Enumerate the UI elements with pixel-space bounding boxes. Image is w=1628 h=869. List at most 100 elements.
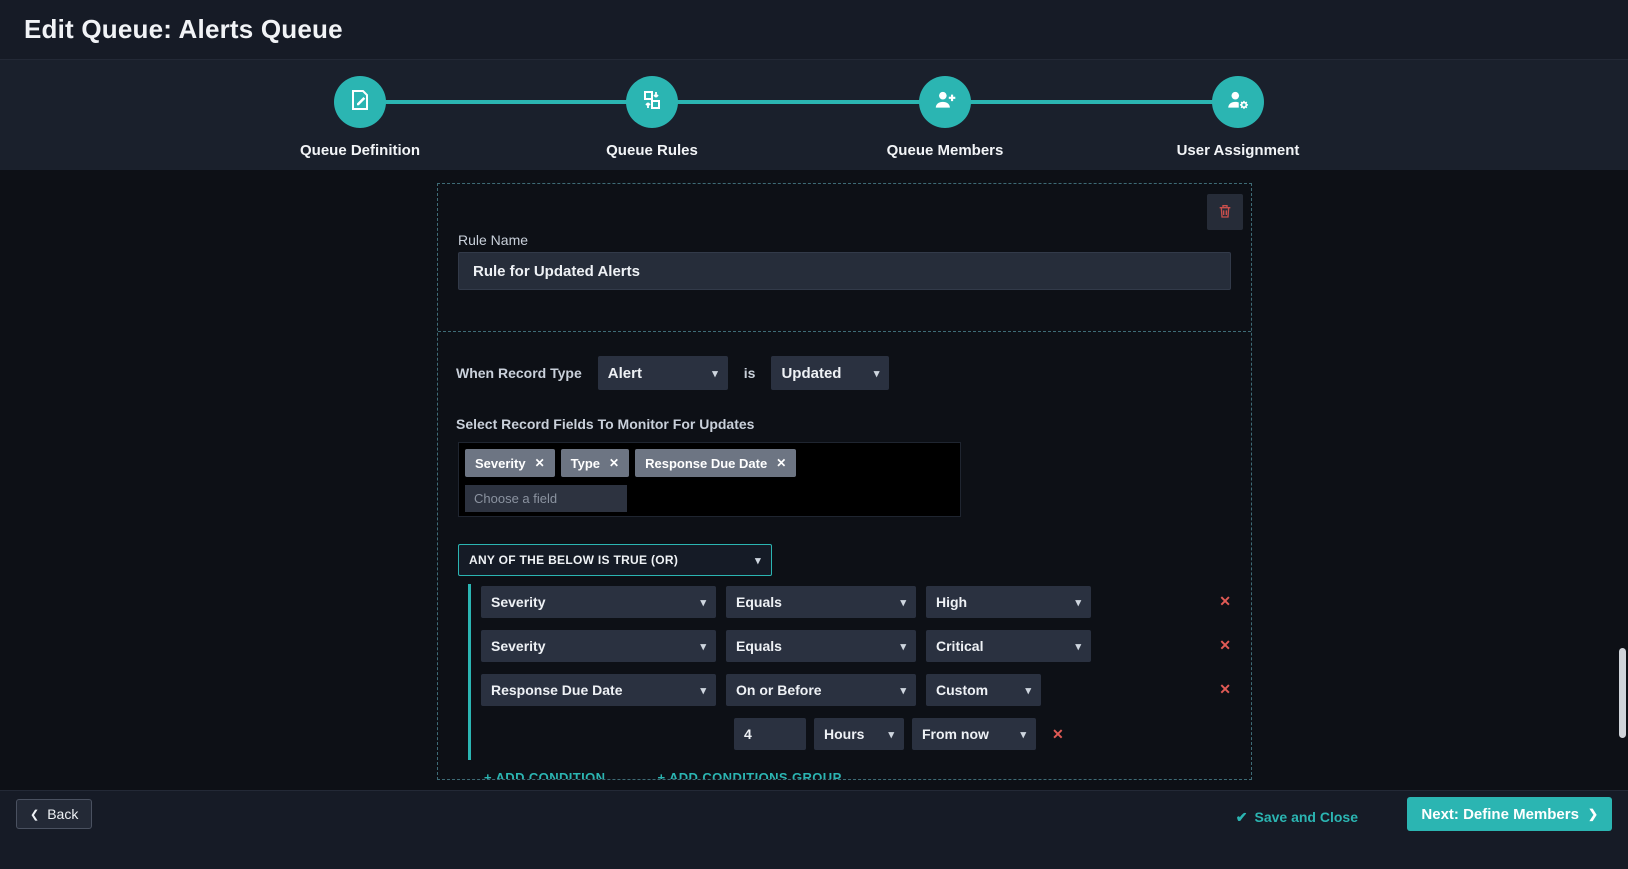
chevron-down-icon: ▾ [900, 684, 906, 697]
rule-panel: Rule Name When Record Type Alert ▾ is Up… [437, 183, 1252, 780]
close-icon[interactable]: ✕ [776, 456, 786, 470]
chevron-down-icon: ▾ [1020, 728, 1026, 741]
custom-amount-input[interactable] [734, 718, 806, 750]
condition-logic-select[interactable]: ANY OF THE BELOW IS TRUE (OR) ▾ [458, 544, 772, 576]
remove-condition-icon[interactable]: ✕ [1219, 638, 1231, 652]
chip-label: Type [570, 455, 601, 471]
step-circle [919, 76, 971, 128]
chip-row: Severity ✕ Type ✕ Response Due Date ✕ [465, 449, 954, 477]
page-header: Edit Queue: Alerts Queue [0, 0, 1628, 60]
field-chip-type: Type ✕ [560, 449, 630, 477]
chevron-down-icon: ▾ [712, 367, 718, 380]
edit-document-icon [348, 88, 372, 117]
chevron-down-icon: ▾ [900, 640, 906, 653]
condition-logic-value: ANY OF THE BELOW IS TRUE (OR) [469, 553, 679, 567]
custom-unit-value: Hours [824, 726, 865, 742]
rule-name-input[interactable] [458, 252, 1231, 290]
add-conditions-group-link[interactable]: + ADD CONDITIONS GROUP [657, 770, 841, 779]
condition-field-select[interactable]: Severity ▾ [481, 630, 716, 662]
chevron-down-icon: ▾ [1025, 684, 1031, 697]
record-type-select[interactable]: Alert ▾ [597, 356, 728, 390]
footer-bar: ❮ Back ✔ Save and Close Next: Define Mem… [0, 790, 1628, 869]
field-chip-severity: Severity ✕ [465, 449, 555, 477]
condition-value-select[interactable]: Critical ▾ [926, 630, 1091, 662]
add-condition-link[interactable]: + ADD CONDITION [484, 770, 605, 779]
condition-operator-value: Equals [736, 594, 782, 610]
step-label: Queue Members [886, 142, 1004, 159]
event-value: Updated [781, 364, 842, 382]
rule-name-label: Rule Name [458, 232, 529, 248]
condition-field-value: Severity [491, 594, 546, 610]
chevron-down-icon: ▾ [1075, 596, 1081, 609]
page-title: Edit Queue: Alerts Queue [24, 14, 343, 44]
save-and-close-link[interactable]: ✔ Save and Close [1236, 805, 1358, 829]
person-add-icon [932, 87, 958, 118]
condition-operator-select[interactable]: Equals ▾ [726, 586, 916, 618]
condition-operator-value: Equals [736, 638, 782, 654]
custom-unit-select[interactable]: Hours ▾ [814, 718, 904, 750]
chevron-left-icon: ❮ [30, 808, 40, 821]
next-button-label: Next: Define Members [1421, 805, 1579, 823]
condition-value: High [936, 594, 968, 610]
custom-date-condition-row: Hours ▾ From now ▾ ✕ [734, 718, 1231, 750]
wizard-stepper: Queue Definition Queue Rules Queue Membe… [0, 60, 1628, 170]
trash-icon [1217, 203, 1233, 222]
close-icon[interactable]: ✕ [535, 456, 545, 470]
delete-rule-button[interactable] [1207, 194, 1243, 230]
next-define-members-button[interactable]: Next: Define Members ❯ [1407, 797, 1612, 831]
remove-condition-icon[interactable]: ✕ [1219, 594, 1231, 608]
back-button[interactable]: ❮ Back [16, 799, 93, 829]
condition-field-select[interactable]: Response Due Date ▾ [481, 674, 716, 706]
step-label: Queue Rules [606, 142, 698, 159]
step-label: Queue Definition [300, 142, 420, 159]
condition-operator-select[interactable]: On or Before ▾ [726, 674, 916, 706]
chevron-down-icon: ▾ [888, 728, 894, 741]
condition-row: Response Due Date ▾ On or Before ▾ Custo… [481, 674, 1231, 706]
condition-field-value: Response Due Date [491, 682, 623, 698]
is-label: is [743, 365, 756, 381]
check-icon: ✔ [1235, 808, 1248, 825]
rules-swap-icon [640, 88, 664, 117]
step-label: User Assignment [1176, 142, 1300, 159]
condition-value: Custom [936, 682, 989, 698]
condition-value-select[interactable]: Custom ▾ [926, 674, 1041, 706]
close-icon[interactable]: ✕ [609, 456, 619, 470]
condition-field-select[interactable]: Severity ▾ [481, 586, 716, 618]
remove-custom-condition-icon[interactable]: ✕ [1052, 726, 1064, 743]
chevron-down-icon: ▾ [755, 554, 761, 567]
event-select[interactable]: Updated ▾ [771, 356, 890, 390]
monitor-fields-multiselect: Severity ✕ Type ✕ Response Due Date ✕ [458, 442, 961, 517]
condition-operator-value: On or Before [736, 682, 822, 698]
step-queue-rules[interactable]: Queue Rules [572, 76, 732, 159]
when-record-type-row: When Record Type Alert ▾ is Updated ▾ [456, 356, 890, 390]
monitor-fields-label: Select Record Fields To Monitor For Upda… [456, 416, 755, 432]
custom-anchor-value: From now [922, 726, 989, 742]
condition-row: Severity ▾ Equals ▾ High ▾ ✕ [481, 586, 1231, 618]
when-record-type-label: When Record Type [456, 365, 582, 381]
main-content: Rule Name When Record Type Alert ▾ is Up… [0, 170, 1628, 790]
scrollbar-thumb[interactable] [1619, 648, 1626, 738]
condition-row: Severity ▾ Equals ▾ Critical ▾ ✕ [481, 630, 1231, 662]
remove-condition-icon[interactable]: ✕ [1219, 682, 1231, 696]
chip-label: Severity [475, 455, 526, 471]
chevron-down-icon: ▾ [1075, 640, 1081, 653]
step-queue-members[interactable]: Queue Members [865, 76, 1025, 159]
chevron-down-icon: ▾ [900, 596, 906, 609]
condition-operator-select[interactable]: Equals ▾ [726, 630, 916, 662]
stepper-connector-line [360, 100, 1238, 104]
step-queue-definition[interactable]: Queue Definition [280, 76, 440, 159]
person-gear-icon [1225, 87, 1251, 118]
add-links-row: + ADD CONDITION + ADD CONDITIONS GROUP [484, 770, 842, 779]
back-button-label: Back [47, 806, 79, 822]
step-user-assignment[interactable]: User Assignment [1158, 76, 1318, 159]
chip-label: Response Due Date [645, 455, 768, 471]
step-circle [1212, 76, 1264, 128]
chevron-down-icon: ▾ [700, 596, 706, 609]
condition-value-select[interactable]: High ▾ [926, 586, 1091, 618]
save-and-close-label: Save and Close [1254, 809, 1359, 825]
chevron-down-icon: ▾ [700, 684, 706, 697]
custom-anchor-select[interactable]: From now ▾ [912, 718, 1036, 750]
section-divider [438, 331, 1251, 332]
chevron-down-icon: ▾ [873, 367, 880, 380]
choose-field-input[interactable] [465, 485, 627, 512]
